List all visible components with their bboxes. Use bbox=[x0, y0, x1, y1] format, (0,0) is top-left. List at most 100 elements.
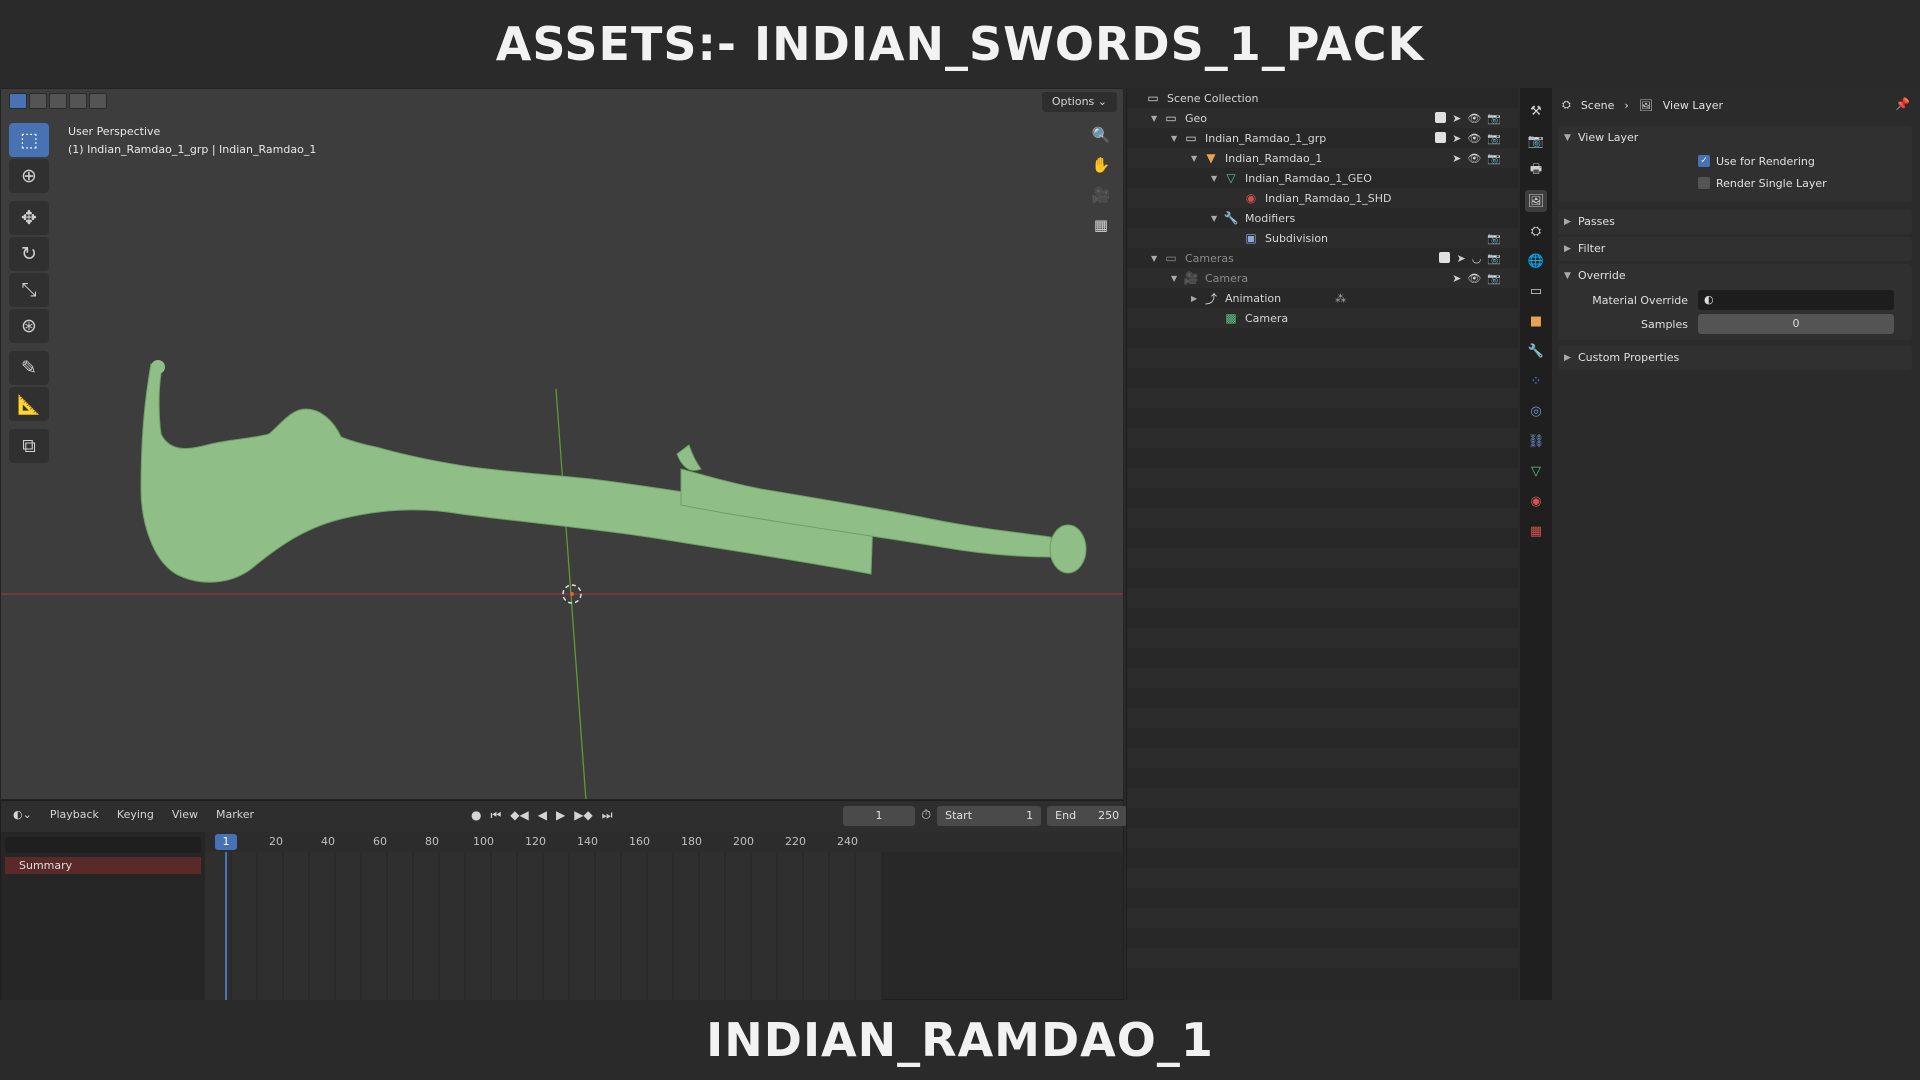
menu-marker[interactable]: Marker bbox=[216, 808, 254, 821]
select-extend-mode[interactable] bbox=[29, 93, 47, 109]
render-camera-icon[interactable]: 📷 bbox=[1487, 272, 1501, 285]
play-icon[interactable]: ▶ bbox=[556, 808, 565, 823]
rotate-tool[interactable]: ↻ bbox=[9, 237, 49, 271]
select-arrow-icon[interactable]: ➤ bbox=[1452, 272, 1461, 285]
select-subtract-mode[interactable] bbox=[49, 93, 67, 109]
current-frame-indicator[interactable]: 1 bbox=[215, 834, 237, 850]
viewport-canvas[interactable] bbox=[1, 89, 1124, 800]
material-tab[interactable]: ◉ bbox=[1525, 490, 1547, 512]
view-layer-tab[interactable]: 🖼 bbox=[1525, 190, 1547, 212]
eye-icon[interactable]: 👁 bbox=[1467, 272, 1481, 285]
select-new-mode[interactable] bbox=[9, 93, 27, 109]
zoom-button[interactable]: 🔍 bbox=[1089, 123, 1113, 147]
world-tab[interactable]: 🌐 bbox=[1525, 250, 1547, 272]
transform-tool[interactable]: ⊛ bbox=[9, 309, 49, 343]
custom-properties-panel[interactable]: ▶ Custom Properties bbox=[1558, 346, 1912, 370]
outliner-row-animation[interactable]: ▶ ⤴ Animation ⁂ bbox=[1191, 288, 1346, 308]
texture-tab[interactable]: ▦ bbox=[1525, 520, 1547, 542]
clock-icon[interactable]: ⏱ bbox=[921, 806, 931, 826]
filter-panel[interactable]: ▶ Filter bbox=[1558, 237, 1912, 261]
output-tab[interactable]: 🖶 bbox=[1525, 160, 1547, 182]
render-camera-icon[interactable]: 📷 bbox=[1487, 232, 1501, 245]
pin-icon[interactable]: 📌 bbox=[1895, 97, 1910, 111]
eye-icon[interactable]: 👁 bbox=[1467, 112, 1481, 125]
expand-toggle[interactable]: ▼ bbox=[1171, 134, 1183, 143]
prev-keyframe-icon[interactable]: ◆◀ bbox=[510, 808, 528, 823]
render-tab[interactable]: 📷 bbox=[1525, 130, 1547, 152]
tool-tab[interactable]: ⚒ bbox=[1525, 100, 1547, 122]
samples-field[interactable]: 0 bbox=[1698, 314, 1894, 334]
override-panel-header[interactable]: ▼ Override bbox=[1558, 264, 1912, 288]
exclude-checkbox[interactable] bbox=[1435, 111, 1447, 123]
editor-type-icon[interactable]: ◐⌄ bbox=[13, 808, 32, 821]
select-box-tool[interactable]: ⬚ bbox=[9, 123, 49, 157]
outliner-row-geo[interactable]: ▼ ▭ Geo ➤ 👁 📷 bbox=[1151, 108, 1519, 128]
breadcrumb-view-layer[interactable]: View Layer bbox=[1663, 99, 1723, 112]
next-keyframe-icon[interactable]: ▶◆ bbox=[574, 808, 592, 823]
add-cube-tool[interactable]: ⧉ bbox=[9, 429, 49, 463]
custom-properties-panel-header[interactable]: ▶ Custom Properties bbox=[1558, 346, 1912, 370]
view-layer-panel-header[interactable]: ▼ View Layer bbox=[1558, 126, 1912, 150]
ortho-toggle-button[interactable]: ▦ bbox=[1089, 213, 1113, 237]
camera-view-button[interactable]: 🎥 bbox=[1089, 183, 1113, 207]
pan-button[interactable]: ✋ bbox=[1089, 153, 1113, 177]
use-for-rendering-row[interactable]: ✓ Use for Rendering bbox=[1558, 150, 1912, 172]
play-reverse-icon[interactable]: ◀ bbox=[538, 808, 547, 823]
outliner-row-geo-data[interactable]: ▼ ▽ Indian_Ramdao_1_GEO bbox=[1211, 168, 1372, 188]
filter-panel-header[interactable]: ▶ Filter bbox=[1558, 237, 1912, 261]
use-for-rendering-checkbox[interactable]: ✓ bbox=[1698, 155, 1710, 167]
select-arrow-icon[interactable]: ➤ bbox=[1452, 112, 1461, 125]
passes-panel-header[interactable]: ▶ Passes bbox=[1558, 210, 1912, 234]
render-camera-icon[interactable]: 📷 bbox=[1487, 252, 1501, 265]
breadcrumb-scene[interactable]: Scene bbox=[1581, 99, 1615, 112]
passes-panel[interactable]: ▶ Passes bbox=[1558, 210, 1912, 234]
outliner-row-camera-data[interactable]: ▩ Camera bbox=[1211, 308, 1288, 328]
outliner-row-material[interactable]: ◉ Indian_Ramdao_1_SHD bbox=[1231, 188, 1392, 208]
object-tab[interactable]: ■ bbox=[1525, 310, 1547, 332]
summary-channel[interactable]: Summary bbox=[5, 857, 201, 874]
modifier-tab[interactable]: 🔧 bbox=[1525, 340, 1547, 362]
collection-tab[interactable]: ▭ bbox=[1525, 280, 1547, 302]
eye-icon[interactable]: 👁 bbox=[1467, 132, 1481, 145]
annotate-tool[interactable]: ✎ bbox=[9, 351, 49, 385]
outliner-row-subdivision[interactable]: ▣ Subdivision 📷 bbox=[1231, 228, 1519, 248]
render-camera-icon[interactable]: 📷 bbox=[1487, 152, 1501, 165]
scale-tool[interactable]: ⤡ bbox=[9, 273, 49, 307]
render-single-layer-checkbox[interactable] bbox=[1698, 177, 1710, 189]
measure-tool[interactable]: 📐 bbox=[9, 387, 49, 421]
particles-tab[interactable]: ⁘ bbox=[1525, 370, 1547, 392]
jump-end-icon[interactable]: ⏭ bbox=[602, 808, 613, 823]
expand-toggle[interactable]: ▼ bbox=[1191, 154, 1203, 163]
3d-viewport[interactable]: Options ⌄ User Perspective (1) Indian_Ra… bbox=[0, 88, 1124, 800]
start-frame-field[interactable]: Start 1 bbox=[937, 806, 1042, 826]
frame-ruler[interactable]: 1 20 40 60 80 100 120 140 160 180 200 22… bbox=[205, 832, 1123, 852]
menu-playback[interactable]: Playback bbox=[50, 808, 99, 821]
render-camera-icon[interactable]: 📷 bbox=[1487, 132, 1501, 145]
outliner-row-camera-object[interactable]: ▼ 🎥 Camera ➤ 👁 📷 bbox=[1171, 268, 1519, 288]
channel-search-input[interactable] bbox=[5, 837, 201, 853]
scene-tab[interactable]: ⛭ bbox=[1525, 220, 1547, 242]
exclude-checkbox[interactable] bbox=[1439, 251, 1451, 263]
record-icon[interactable]: ● bbox=[471, 808, 481, 823]
menu-view[interactable]: View bbox=[172, 808, 198, 821]
cursor-tool[interactable]: ⊕ bbox=[9, 159, 49, 193]
keyframe-area[interactable] bbox=[205, 852, 905, 1000]
select-arrow-icon[interactable]: ➤ bbox=[1452, 152, 1461, 165]
expand-toggle[interactable]: ▼ bbox=[1211, 214, 1223, 223]
data-tab[interactable]: ▽ bbox=[1525, 460, 1547, 482]
exclude-checkbox[interactable] bbox=[1435, 131, 1447, 143]
select-intersect-mode[interactable] bbox=[89, 93, 107, 109]
move-tool[interactable]: ✥ bbox=[9, 201, 49, 235]
jump-start-icon[interactable]: ⏮ bbox=[490, 808, 501, 823]
outliner-row-object[interactable]: ▼ ▼ Indian_Ramdao_1 ➤ 👁 📷 bbox=[1191, 148, 1519, 168]
select-invert-mode[interactable] bbox=[69, 93, 87, 109]
select-arrow-icon[interactable]: ➤ bbox=[1452, 132, 1461, 145]
constraints-tab[interactable]: ⛓ bbox=[1525, 430, 1547, 452]
outliner-row-modifiers[interactable]: ▼ 🔧 Modifiers bbox=[1211, 208, 1295, 228]
expand-toggle[interactable]: ▶ bbox=[1191, 294, 1203, 303]
expand-toggle[interactable]: ▼ bbox=[1151, 114, 1163, 123]
options-dropdown[interactable]: Options ⌄ bbox=[1041, 92, 1117, 112]
expand-toggle[interactable]: ▼ bbox=[1211, 174, 1223, 183]
outliner-row-cameras[interactable]: ▼ ▭ Cameras ➤ ◡ 📷 bbox=[1151, 248, 1519, 268]
eye-closed-icon[interactable]: ◡ bbox=[1472, 252, 1482, 265]
